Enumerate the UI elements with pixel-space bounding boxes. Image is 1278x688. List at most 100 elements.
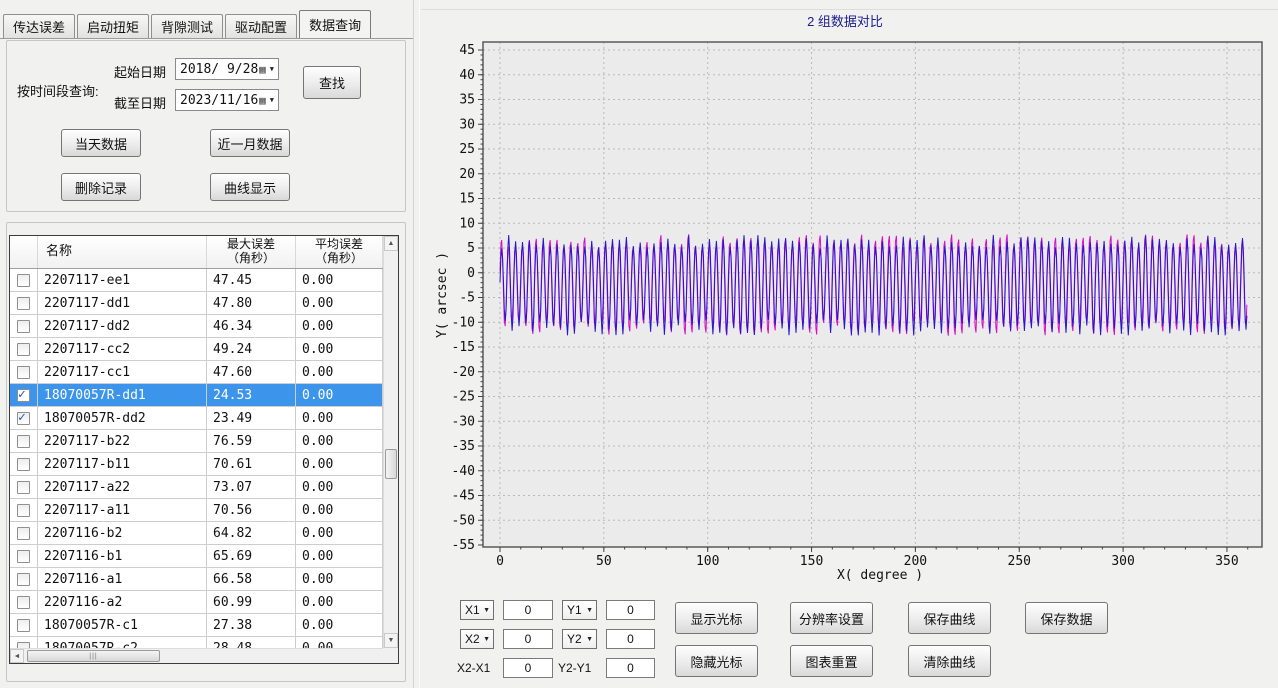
name-cell: 2207117-a11 (38, 499, 207, 521)
row-checkbox[interactable] (17, 297, 30, 310)
table-row[interactable]: 18070057R-c127.380.00 (10, 614, 383, 637)
tab-starting-torque[interactable]: 启动扭矩 (77, 14, 149, 38)
dy-value-field[interactable]: 0 (606, 658, 655, 678)
tab-backlash-test[interactable]: 背隙测试 (151, 14, 223, 38)
y2-value-field[interactable]: 0 (606, 629, 655, 649)
svg-text:150: 150 (800, 554, 823, 569)
table-row[interactable]: 2207117-a1170.560.00 (10, 499, 383, 522)
today-data-button[interactable]: 当天数据 (61, 129, 141, 157)
row-checkbox[interactable] (17, 274, 30, 287)
save-curve-button[interactable]: 保存曲线 (908, 602, 991, 634)
scroll-up-icon[interactable]: ▲ (384, 236, 398, 251)
table-row[interactable]: 2207117-b2276.590.00 (10, 430, 383, 453)
svg-text:250: 250 (1008, 554, 1031, 569)
clear-curve-button[interactable]: 清除曲线 (908, 645, 991, 677)
y1-value-field[interactable]: 0 (606, 600, 655, 620)
hide-cursor-button[interactable]: 隐藏光标 (675, 645, 758, 677)
row-checkbox[interactable] (17, 481, 30, 494)
start-date-picker[interactable]: 2018/ 9/28 ▦ ▼ (175, 58, 279, 80)
svg-text:-50: -50 (452, 513, 475, 528)
x1-select[interactable]: X1▼ (460, 600, 494, 620)
horizontal-scroll-thumb[interactable]: ||| (27, 650, 160, 662)
max-error-cell: 76.59 (207, 430, 296, 452)
row-checkbox[interactable] (17, 389, 30, 402)
tab-data-query[interactable]: 数据查询 (299, 10, 371, 38)
table-body: 2207117-ee147.450.002207117-dd147.800.00… (10, 269, 383, 648)
table-row[interactable]: 2207117-cc147.600.00 (10, 361, 383, 384)
tab-transmission-error[interactable]: 传达误差 (3, 14, 75, 38)
table-row[interactable]: 2207116-a260.990.00 (10, 591, 383, 614)
dx-value-field[interactable]: 0 (503, 658, 553, 678)
save-data-button[interactable]: 保存数据 (1025, 602, 1108, 634)
row-checkbox[interactable] (17, 412, 30, 425)
header-name[interactable]: 名称 (38, 236, 207, 268)
table-row[interactable]: 2207117-b1170.610.00 (10, 453, 383, 476)
avg-error-cell: 0.00 (296, 292, 383, 314)
checkbox-cell (10, 315, 38, 337)
row-checkbox[interactable] (17, 619, 30, 632)
row-checkbox[interactable] (17, 550, 30, 563)
svg-text:50: 50 (596, 554, 612, 569)
name-cell: 2207117-b11 (38, 453, 207, 475)
vertical-scroll-thumb[interactable] (385, 449, 397, 479)
end-date-picker[interactable]: 2023/11/16 ▦ ▼ (175, 89, 279, 111)
scroll-down-icon[interactable]: ▼ (384, 633, 398, 648)
name-cell: 18070057R-c1 (38, 614, 207, 636)
avg-error-cell: 0.00 (296, 522, 383, 544)
tab-drive-config[interactable]: 驱动配置 (225, 14, 297, 38)
x1-value-field[interactable]: 0 (503, 600, 553, 620)
row-checkbox[interactable] (17, 527, 30, 540)
table-row[interactable]: 2207117-dd246.340.00 (10, 315, 383, 338)
checkbox-cell (10, 637, 38, 648)
row-checkbox[interactable] (17, 458, 30, 471)
row-checkbox[interactable] (17, 366, 30, 379)
row-checkbox[interactable] (17, 320, 30, 333)
header-max-error[interactable]: 最大误差 （角秒） (207, 236, 296, 268)
table-row[interactable]: 18070057R-c228.480.00 (10, 637, 383, 648)
max-error-cell: 46.34 (207, 315, 296, 337)
max-error-cell: 23.49 (207, 407, 296, 429)
table-row[interactable]: 2207117-a2273.070.00 (10, 476, 383, 499)
y1-select[interactable]: Y1▼ (562, 600, 597, 620)
table-row[interactable]: 18070057R-dd223.490.00 (10, 407, 383, 430)
name-cell: 2207117-b22 (38, 430, 207, 452)
row-checkbox[interactable] (17, 573, 30, 586)
resolution-settings-button[interactable]: 分辨率设置 (790, 602, 873, 634)
name-cell: 2207117-dd2 (38, 315, 207, 337)
results-table-main: 名称 最大误差 （角秒） 平均误差 （角秒） 2207117-ee147.450… (10, 236, 383, 648)
comparison-chart[interactable]: -55-50-45-40-35-30-25-20-15-10-505101520… (420, 0, 1278, 592)
row-checkbox[interactable] (17, 504, 30, 517)
table-row[interactable]: 2207116-a166.580.00 (10, 568, 383, 591)
x2-value-field[interactable]: 0 (503, 629, 553, 649)
avg-error-cell: 0.00 (296, 384, 383, 406)
vertical-scrollbar[interactable]: ▲ ▼ (383, 236, 398, 648)
x2-select[interactable]: X2▼ (460, 629, 494, 649)
table-row[interactable]: 2207117-dd147.800.00 (10, 292, 383, 315)
curve-display-button[interactable]: 曲线显示 (210, 173, 290, 201)
svg-text:-10: -10 (452, 315, 475, 330)
last-month-data-button[interactable]: 近一月数据 (210, 129, 290, 157)
table-header: 名称 最大误差 （角秒） 平均误差 （角秒） (10, 236, 383, 269)
chevron-down-icon: ▼ (483, 636, 493, 643)
row-checkbox[interactable] (17, 596, 30, 609)
checkbox-cell (10, 292, 38, 314)
delete-record-button[interactable]: 删除记录 (61, 173, 141, 201)
show-cursor-button[interactable]: 显示光标 (675, 602, 758, 634)
horizontal-scrollbar[interactable]: ◄ ||| ► (10, 648, 398, 663)
table-row[interactable]: 2207116-b264.820.00 (10, 522, 383, 545)
chart-reset-button[interactable]: 图表重置 (790, 645, 873, 677)
x-axis-title: X( degree ) (837, 568, 923, 583)
table-row[interactable]: 2207117-cc249.240.00 (10, 338, 383, 361)
table-row[interactable]: 18070057R-dd124.530.00 (10, 384, 383, 407)
search-button[interactable]: 查找 (303, 66, 361, 99)
row-checkbox[interactable] (17, 435, 30, 448)
header-avg-error[interactable]: 平均误差 （角秒） (296, 236, 383, 268)
scroll-left-icon[interactable]: ◄ (10, 649, 24, 663)
svg-text:-5: -5 (459, 291, 475, 306)
results-table: 名称 最大误差 （角秒） 平均误差 （角秒） 2207117-ee147.450… (9, 235, 399, 664)
row-checkbox[interactable] (17, 343, 30, 356)
table-row[interactable]: 2207116-b165.690.00 (10, 545, 383, 568)
avg-error-cell: 0.00 (296, 361, 383, 383)
y2-select[interactable]: Y2▼ (562, 629, 597, 649)
table-row[interactable]: 2207117-ee147.450.00 (10, 269, 383, 292)
